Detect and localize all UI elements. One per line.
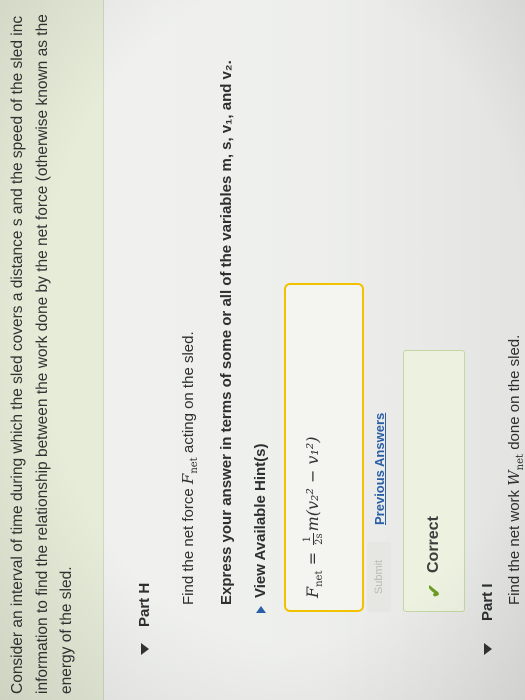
prompt-prefix: Find the net force <box>180 484 197 605</box>
correct-status-box: ✔ Correct <box>403 350 465 612</box>
checkmark-icon: ✔ <box>425 583 444 598</box>
part-i-title: Part I <box>479 583 496 621</box>
previous-answers-link[interactable]: Previous Answers <box>372 413 387 525</box>
caret-down-icon <box>484 643 493 655</box>
prompt-suffix: acting on the sled. <box>180 331 197 458</box>
submit-button[interactable]: Submit <box>367 542 391 612</box>
part-i-header[interactable]: Part I <box>479 583 496 655</box>
correct-label: Correct <box>425 516 442 573</box>
hints-label: View Available Hint(s) <box>252 443 269 599</box>
intro-banner: Consider an interval of time during whic… <box>0 0 104 700</box>
rotated-page: Consider an interval of time during whic… <box>0 0 525 700</box>
part-h-title: Part H <box>136 582 153 627</box>
answer-formula: Fnet = 1 2s m(v₂² − v₁²) <box>302 436 326 598</box>
prompt-variable: Fnet <box>179 457 200 485</box>
part-h-header[interactable]: Part H <box>136 583 154 655</box>
answer-box[interactable]: Fnet = 1 2s m(v₂² − v₁²) <box>284 283 364 612</box>
caret-down-icon <box>141 643 150 655</box>
answer-fraction: 1 2s <box>302 533 325 545</box>
part-h-instruction: Express your answer in terms of some or … <box>218 60 235 605</box>
view-hints-link[interactable]: View Available Hint(s) <box>252 443 269 613</box>
intro-line-3: energy of the sled. <box>58 566 75 694</box>
intro-line-1: Consider an interval of time during whic… <box>9 15 26 694</box>
caret-right-icon <box>256 606 267 613</box>
part-h-prompt: Find the net force Fnet acting on the sl… <box>179 331 200 605</box>
part-i-variable: Wnet <box>505 453 525 486</box>
intro-line-2: information to find the relationship bet… <box>34 14 51 694</box>
part-i-prompt: Find the net work Wnet done on the sled. <box>505 334 525 605</box>
